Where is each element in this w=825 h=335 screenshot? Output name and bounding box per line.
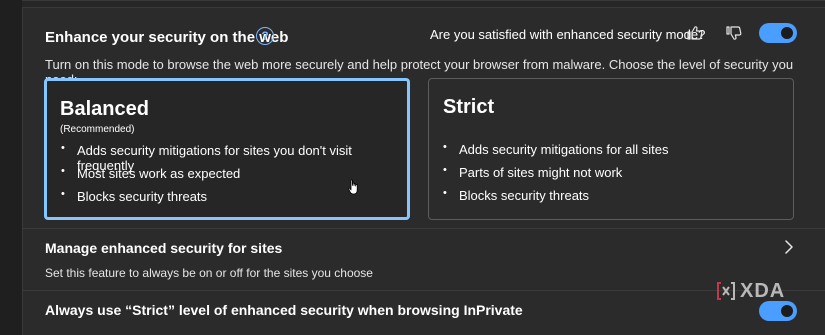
list-item: Parts of sites might not work	[443, 164, 669, 188]
toggle-knob	[781, 27, 793, 39]
thumbs-down-icon[interactable]	[725, 24, 743, 42]
watermark-text: XDA	[740, 279, 786, 302]
section-divider	[22, 290, 825, 291]
list-item: Blocks security threats	[443, 187, 669, 211]
manage-sites-description: Set this feature to always be on or off …	[45, 266, 373, 280]
section-divider	[22, 228, 825, 229]
inprivate-strict-title: Always use “Strict” level of enhanced se…	[45, 302, 523, 318]
thumbs-up-icon[interactable]	[686, 24, 704, 42]
strict-bullet-list: Adds security mitigations for all sites …	[443, 141, 669, 211]
panel-top-divider	[22, 0, 825, 8]
section-title: Enhance your security on the web	[45, 29, 289, 46]
manage-sites-title[interactable]: Manage enhanced security for sites	[45, 240, 282, 256]
list-item: Adds security mitigations for all sites	[443, 141, 669, 165]
strict-card[interactable]: Strict Adds security mitigations for all…	[428, 78, 794, 220]
strict-card-title: Strict	[443, 96, 495, 118]
hand-cursor-icon	[348, 179, 358, 195]
toggle-knob	[781, 305, 793, 317]
xda-watermark: XDA	[716, 279, 786, 302]
balanced-card-subtitle: (Recommended)	[60, 124, 135, 135]
inprivate-strict-toggle[interactable]	[759, 301, 797, 321]
enhanced-security-toggle[interactable]	[759, 23, 797, 43]
list-item: Adds security mitigations for sites you …	[61, 142, 407, 173]
chevron-right-icon[interactable]	[784, 240, 794, 254]
balanced-card-title: Balanced	[60, 98, 149, 120]
feedback-question: Are you satisfied with enhanced security…	[430, 27, 706, 42]
balanced-card[interactable]: Balanced (Recommended) Adds security mit…	[44, 78, 410, 220]
help-icon[interactable]: ?	[256, 27, 274, 45]
xda-logo-icon	[717, 282, 735, 300]
